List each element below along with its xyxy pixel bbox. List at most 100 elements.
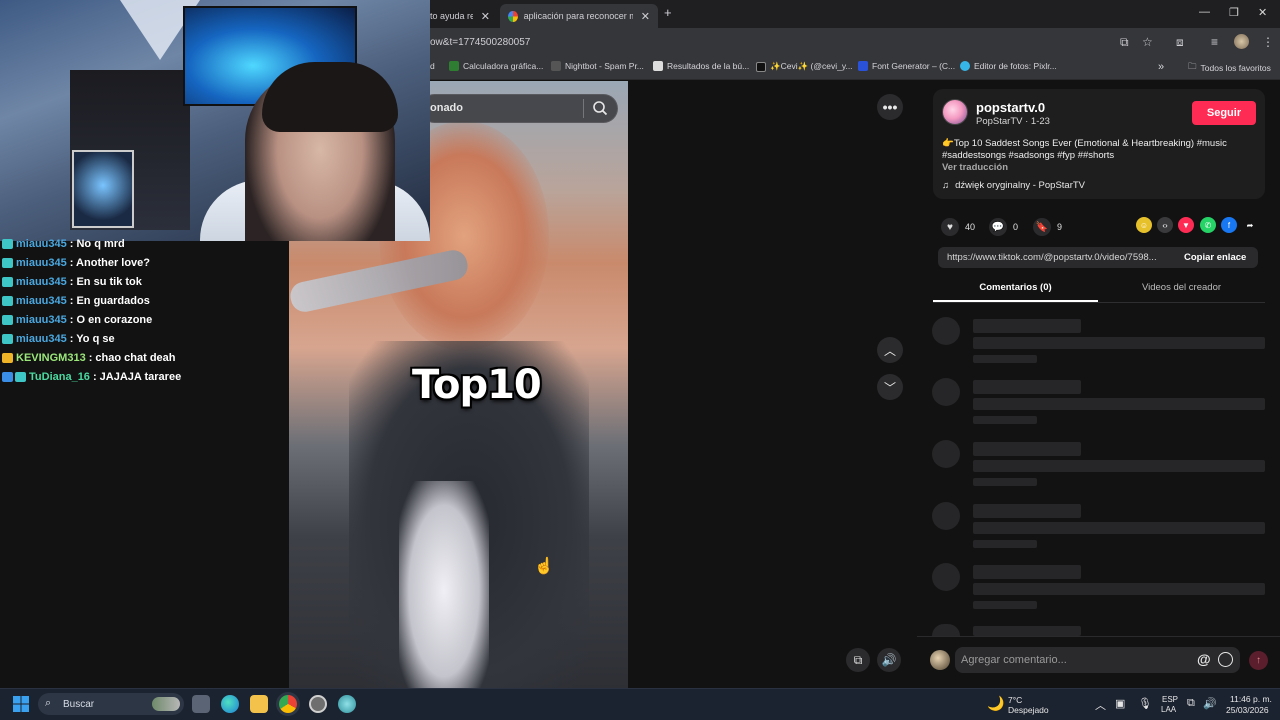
volume-icon[interactable]: 🔊 bbox=[877, 648, 901, 672]
copy-link-button[interactable]: Copiar enlace bbox=[1184, 252, 1246, 263]
minimize-icon[interactable]: — bbox=[1199, 6, 1210, 18]
chat-username: miauu345 bbox=[16, 295, 67, 307]
like-stat[interactable]: ♥ 40 bbox=[941, 218, 975, 236]
whatsapp-icon[interactable]: ✆ bbox=[1200, 217, 1216, 233]
bookmark-label: Resultados de la bú... bbox=[667, 61, 750, 71]
restore-icon[interactable]: ❐ bbox=[1229, 6, 1239, 19]
volume-icon[interactable]: 🔊 bbox=[1203, 697, 1217, 710]
menu-dots-icon[interactable]: ⋮ bbox=[1262, 35, 1274, 49]
save-stat[interactable]: 🔖 9 bbox=[1033, 218, 1062, 236]
browser-tab-active[interactable]: aplicación para reconocer músi ✕ bbox=[500, 4, 658, 28]
nightbot-icon bbox=[551, 61, 561, 71]
see-translation-link[interactable]: Ver traducción bbox=[942, 162, 1008, 173]
search-icon: ⌕ bbox=[45, 697, 52, 709]
chat-text: : No q mrd bbox=[69, 238, 125, 250]
floating-player-icon[interactable]: ⧉ bbox=[846, 648, 870, 672]
url-text[interactable]: ow&t=1774500280057 bbox=[430, 37, 530, 48]
skeleton-bar bbox=[973, 583, 1265, 595]
skeleton-avatar bbox=[932, 378, 960, 406]
keyboard-layout-indicator[interactable]: LAA bbox=[1161, 705, 1176, 714]
bookmark-item[interactable]: Font Generator – (C... bbox=[858, 61, 955, 71]
task-view-icon[interactable] bbox=[192, 695, 210, 713]
new-tab-icon[interactable]: + bbox=[664, 5, 672, 20]
bookmark-item[interactable]: Resultados de la bú... bbox=[653, 61, 749, 71]
media-control-icon[interactable]: ≡ bbox=[1211, 35, 1218, 49]
clock-time[interactable]: 11:46 p. m. bbox=[1230, 694, 1272, 704]
embed-code-icon[interactable]: ‹› bbox=[1157, 217, 1173, 233]
close-tab-icon[interactable]: ✕ bbox=[481, 10, 490, 23]
follow-button[interactable]: Seguir bbox=[1192, 101, 1256, 125]
save-count: 9 bbox=[1057, 222, 1063, 232]
bookmark-item[interactable]: Calculadora gráfica... bbox=[449, 61, 543, 71]
chrome-icon[interactable] bbox=[279, 695, 297, 713]
more-options-icon[interactable]: ••• bbox=[877, 94, 903, 120]
bookmark-item[interactable]: ✨Cevi✨ (@cevi_y... bbox=[756, 61, 853, 72]
obs-icon[interactable] bbox=[309, 695, 327, 713]
skeleton-bar bbox=[973, 319, 1081, 333]
video-link-text: https://www.tiktok.com/@popstartv.0/vide… bbox=[947, 252, 1157, 263]
google-icon bbox=[508, 10, 518, 22]
all-bookmarks-folder[interactable]: 🗀 Todos los favoritos bbox=[1188, 61, 1271, 75]
search-icon[interactable] bbox=[592, 100, 608, 116]
description-line: 👉Top 10 Saddest Songs Ever (Emotional & … bbox=[942, 138, 1227, 149]
tab-creator-videos[interactable]: Videos del creador bbox=[1098, 282, 1265, 293]
tiktok-icon bbox=[756, 61, 766, 72]
windows-start-icon[interactable] bbox=[13, 696, 29, 712]
clock-date[interactable]: 25/03/2026 bbox=[1226, 705, 1269, 715]
chat-message: TuDiana_16 : JAJAJA tararee bbox=[2, 371, 181, 383]
taskbar-search-label[interactable]: Buscar bbox=[63, 699, 94, 710]
language-indicator[interactable]: ESP bbox=[1162, 695, 1178, 704]
mention-icon[interactable]: @ bbox=[1197, 651, 1211, 667]
emoji-share-icon[interactable]: ☺ bbox=[1136, 217, 1152, 233]
creator-username[interactable]: popstartv.0 bbox=[976, 100, 1045, 115]
tray-app-icon[interactable]: ▣ bbox=[1115, 697, 1125, 710]
chat-badge-icon bbox=[2, 239, 13, 249]
share-arrow-icon[interactable]: ➦ bbox=[1242, 217, 1258, 233]
emoji-icon[interactable] bbox=[1218, 652, 1233, 667]
bookmark-item[interactable]: d bbox=[430, 61, 435, 71]
bookmark-star-icon[interactable]: ☆ bbox=[1142, 35, 1153, 49]
bookmark-item[interactable]: Editor de fotos: Pixlr... bbox=[960, 61, 1057, 71]
app-globe-icon[interactable] bbox=[338, 695, 356, 713]
edge-icon[interactable] bbox=[221, 695, 239, 713]
next-video-icon[interactable]: ﹀ bbox=[877, 374, 903, 400]
page-icon bbox=[653, 61, 663, 71]
weather-temperature[interactable]: 7°C bbox=[1008, 695, 1022, 705]
weather-description[interactable]: Despejado bbox=[1008, 705, 1049, 715]
creator-avatar[interactable] bbox=[942, 99, 968, 125]
chat-message: miauu345 : O en corazone bbox=[2, 314, 152, 326]
chat-username: miauu345 bbox=[16, 257, 67, 269]
comment-stat[interactable]: 💬 0 bbox=[989, 218, 1018, 236]
chat-badge-icon bbox=[2, 315, 13, 325]
more-bookmarks-icon[interactable]: » bbox=[1158, 61, 1164, 73]
send-comment-icon[interactable]: ↑ bbox=[1249, 651, 1268, 670]
search-highlight-icon bbox=[152, 697, 180, 711]
music-link[interactable]: ♫ dźwięk oryginalny - PopStarTV bbox=[942, 180, 1085, 191]
chat-username: miauu345 bbox=[16, 314, 67, 326]
bookmark-label: Font Generator – (C... bbox=[872, 61, 956, 71]
cast-icon[interactable]: ⧉ bbox=[1120, 35, 1129, 50]
chat-badge-icon bbox=[2, 353, 13, 363]
browser-tab[interactable]: to ayuda res ✕ bbox=[422, 4, 498, 28]
close-tab-icon[interactable]: ✕ bbox=[641, 10, 650, 23]
comment-placeholder[interactable]: Agregar comentario... bbox=[961, 654, 1067, 666]
previous-video-icon[interactable]: ︿ bbox=[877, 337, 903, 363]
streamer-hair bbox=[262, 62, 398, 132]
bookmark-item[interactable]: Nightbot - Spam Pr... bbox=[551, 61, 644, 71]
close-window-icon[interactable]: ✕ bbox=[1258, 6, 1267, 19]
file-explorer-icon[interactable] bbox=[250, 695, 268, 713]
tab-comments[interactable]: Comentarios (0) bbox=[933, 282, 1098, 293]
facebook-icon[interactable]: f bbox=[1221, 217, 1237, 233]
chat-badge-icon bbox=[2, 334, 13, 344]
tab-title: to ayuda res bbox=[430, 11, 473, 21]
chat-text: : Yo q se bbox=[69, 333, 115, 345]
extensions-icon[interactable]: ⧈ bbox=[1176, 35, 1184, 50]
show-hidden-icons-icon[interactable]: ︿ bbox=[1095, 697, 1106, 713]
microphone-icon[interactable]: 🎙 bbox=[1138, 697, 1152, 710]
send-to-friend-icon[interactable]: ▼ bbox=[1178, 217, 1194, 233]
chat-username: TuDiana_16 bbox=[29, 371, 90, 383]
network-icon[interactable]: ⧉ bbox=[1187, 697, 1195, 710]
profile-avatar[interactable] bbox=[1234, 34, 1249, 49]
search-input[interactable]: onado bbox=[430, 102, 463, 114]
skeleton-bar bbox=[973, 355, 1037, 363]
